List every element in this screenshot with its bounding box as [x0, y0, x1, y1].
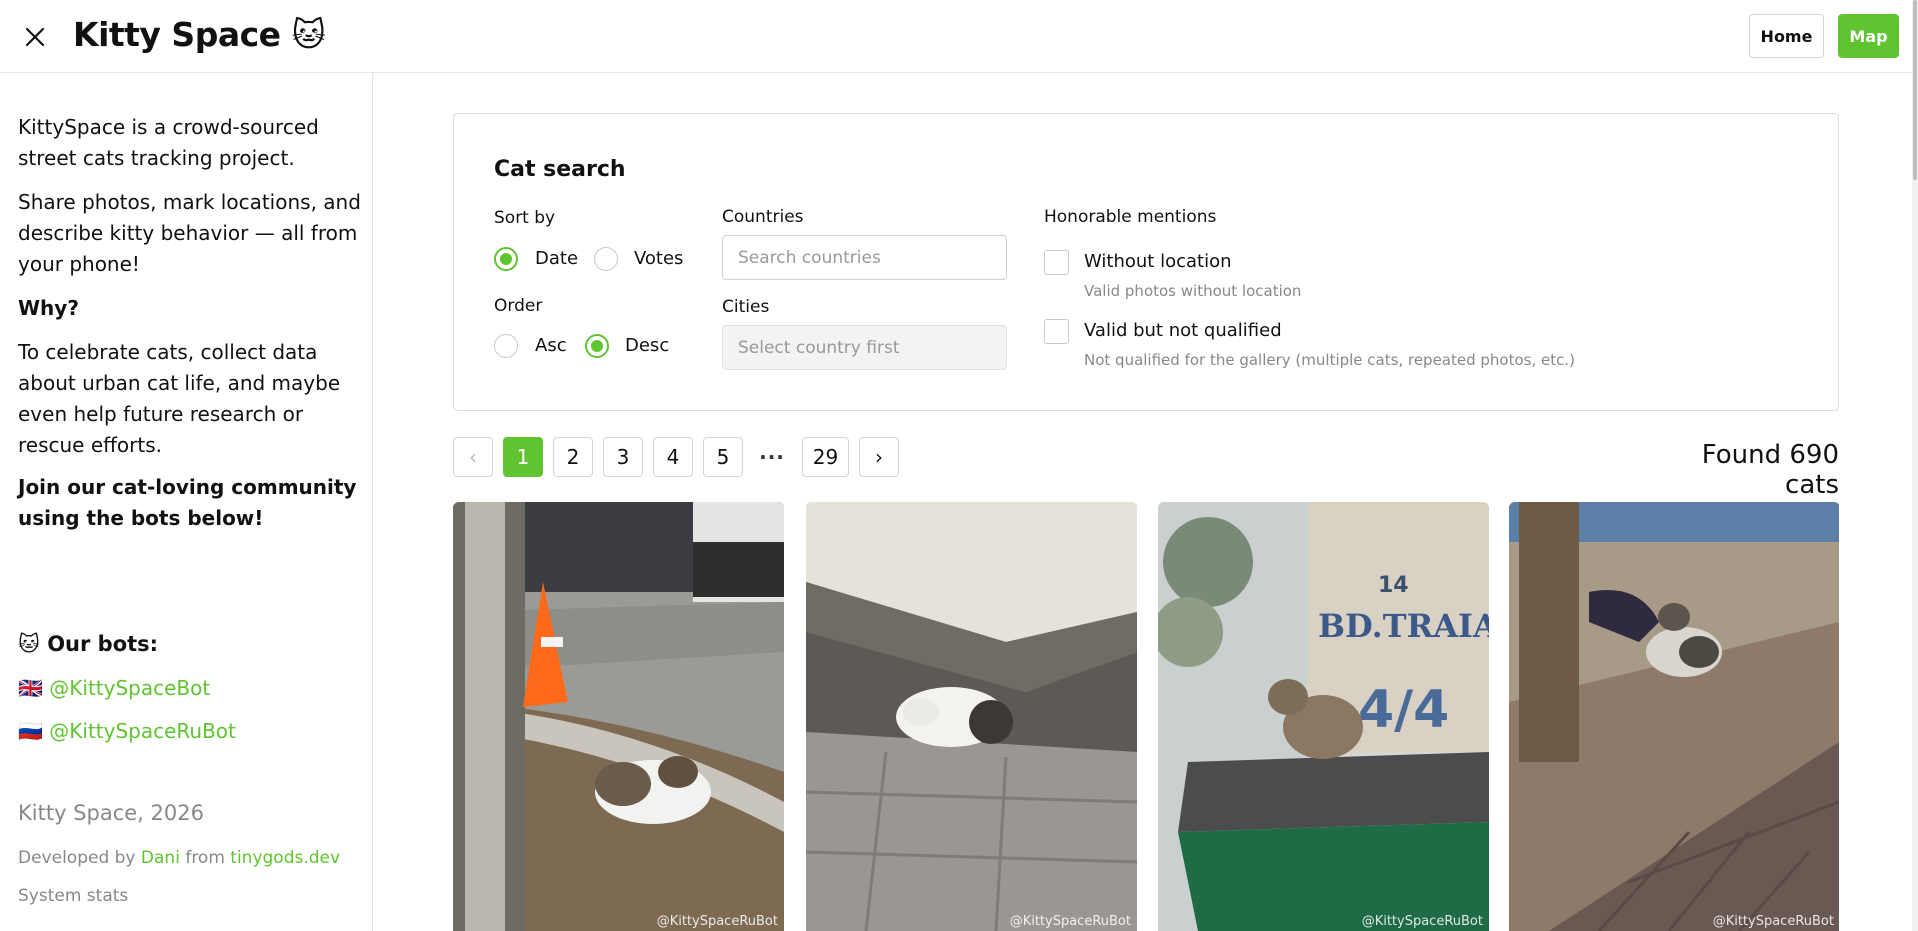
bot-link-en[interactable]: @KittySpaceBot: [49, 676, 210, 700]
without-location-description: Valid photos without location: [1084, 282, 1302, 300]
why-text: To celebrate cats, collect data about ur…: [18, 340, 341, 457]
order-asc-radio[interactable]: [494, 334, 518, 358]
app-header: Kitty Space 🐱 Home Map: [0, 0, 1918, 73]
not-qualified-checkbox[interactable]: [1044, 319, 1069, 344]
search-title: Cat search: [494, 157, 626, 182]
cat-photo-card[interactable]: @KittySpaceRuBot: [806, 502, 1137, 931]
photo-watermark: @KittySpaceRuBot: [1712, 914, 1834, 929]
uk-flag-icon: 🇬🇧: [18, 676, 43, 700]
sort-votes-radio[interactable]: [594, 247, 618, 271]
without-location-label[interactable]: Without location: [1084, 251, 1232, 272]
found-count: Found 690 cats: [1701, 440, 1839, 500]
developed-by-label: Developed by: [18, 848, 136, 868]
cat-photo-card[interactable]: 14 BD.TRAIA 4/4 @KittySpaceRuBot: [1158, 502, 1489, 931]
site-link[interactable]: tinygods.dev: [230, 848, 340, 868]
bot-item: 🇷🇺 @KittySpaceRuBot: [18, 716, 363, 747]
why-heading: Why?: [18, 296, 79, 320]
developer-link[interactable]: Dani: [141, 848, 180, 868]
photo-watermark: @KittySpaceRuBot: [1009, 914, 1131, 929]
next-page-button[interactable]: ›: [859, 437, 899, 477]
photo-watermark: @KittySpaceRuBot: [1361, 914, 1483, 929]
pagination-ellipsis: ···: [759, 445, 785, 469]
cat-photo-image: [806, 502, 1137, 931]
page-button-2[interactable]: 2: [553, 437, 593, 477]
bot-link-ru[interactable]: @KittySpaceRuBot: [49, 719, 236, 743]
countries-label: Countries: [722, 207, 804, 227]
cities-select[interactable]: [722, 325, 1007, 370]
close-icon[interactable]: [20, 22, 50, 52]
without-location-checkbox[interactable]: [1044, 250, 1069, 275]
svg-text:4/4: 4/4: [1358, 680, 1449, 740]
cat-search-card: Cat search Sort by Date Votes Order Asc …: [453, 113, 1839, 411]
countries-search-input[interactable]: [722, 235, 1007, 280]
sidebar: KittySpace is a crowd-sourced street cat…: [0, 73, 373, 931]
sort-date-label[interactable]: Date: [535, 248, 578, 269]
page-button-1[interactable]: 1: [503, 437, 543, 477]
join-text: Join our cat-loving community using the …: [18, 475, 357, 530]
bots-heading: 🐱 Our bots:: [18, 632, 159, 656]
order-asc-label[interactable]: Asc: [535, 335, 567, 356]
page-button-5[interactable]: 5: [703, 437, 743, 477]
ru-flag-icon: 🇷🇺: [18, 719, 43, 743]
page-button-3[interactable]: 3: [603, 437, 643, 477]
sort-votes-label[interactable]: Votes: [634, 248, 683, 269]
page-scrollbar[interactable]: [1912, 0, 1918, 931]
order-desc-radio[interactable]: [585, 334, 609, 358]
order-desc-label[interactable]: Desc: [625, 335, 669, 356]
map-button[interactable]: Map: [1838, 14, 1899, 58]
from-label: from: [185, 848, 225, 868]
svg-text:BD.TRAIA: BD.TRAIA: [1318, 607, 1489, 645]
footer-title: Kitty Space, 2026: [18, 801, 204, 825]
page-button-4[interactable]: 4: [653, 437, 693, 477]
home-button[interactable]: Home: [1749, 14, 1824, 58]
not-qualified-label[interactable]: Valid but not qualified: [1084, 320, 1282, 341]
photo-watermark: @KittySpaceRuBot: [656, 914, 778, 929]
cat-photo-image: [1509, 502, 1839, 931]
cat-photo-image: 14 BD.TRAIA 4/4: [1158, 502, 1489, 931]
scrollbar-thumb[interactable]: [1913, 0, 1917, 180]
svg-text:14: 14: [1378, 573, 1409, 598]
sort-date-radio[interactable]: [494, 247, 518, 271]
cat-photo-card[interactable]: @KittySpaceRuBot: [453, 502, 784, 931]
cat-photo-card[interactable]: @KittySpaceRuBot: [1509, 502, 1840, 931]
not-qualified-description: Not qualified for the gallery (multiple …: [1084, 351, 1575, 369]
bot-item: 🇬🇧 @KittySpaceBot: [18, 673, 363, 704]
cities-label: Cities: [722, 297, 770, 317]
prev-page-button[interactable]: ‹: [453, 437, 493, 477]
intro-text: KittySpace is a crowd-sourced street cat…: [18, 115, 319, 170]
system-stats-link[interactable]: System stats: [18, 886, 128, 906]
sort-by-label: Sort by: [494, 208, 556, 228]
page-button-last[interactable]: 29: [802, 437, 849, 477]
app-title: Kitty Space 🐱: [73, 15, 326, 54]
share-text: Share photos, mark locations, and descri…: [18, 190, 361, 276]
footer-credits: Developed by Dani from tinygods.dev: [18, 848, 340, 868]
order-label: Order: [494, 296, 543, 316]
honorable-mentions-label: Honorable mentions: [1044, 207, 1217, 227]
cat-photo-image: [453, 502, 784, 931]
